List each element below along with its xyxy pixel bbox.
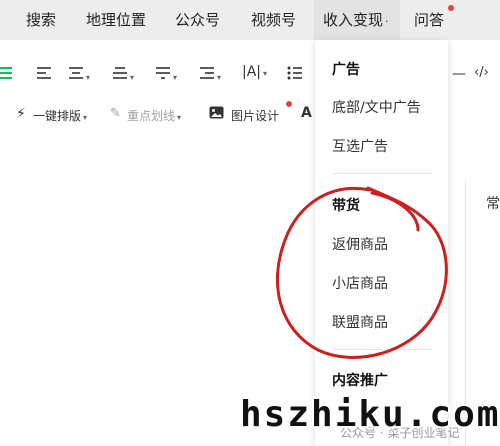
watermark-text: hszhiku.com	[240, 394, 500, 435]
annotation-circle	[276, 186, 448, 359]
